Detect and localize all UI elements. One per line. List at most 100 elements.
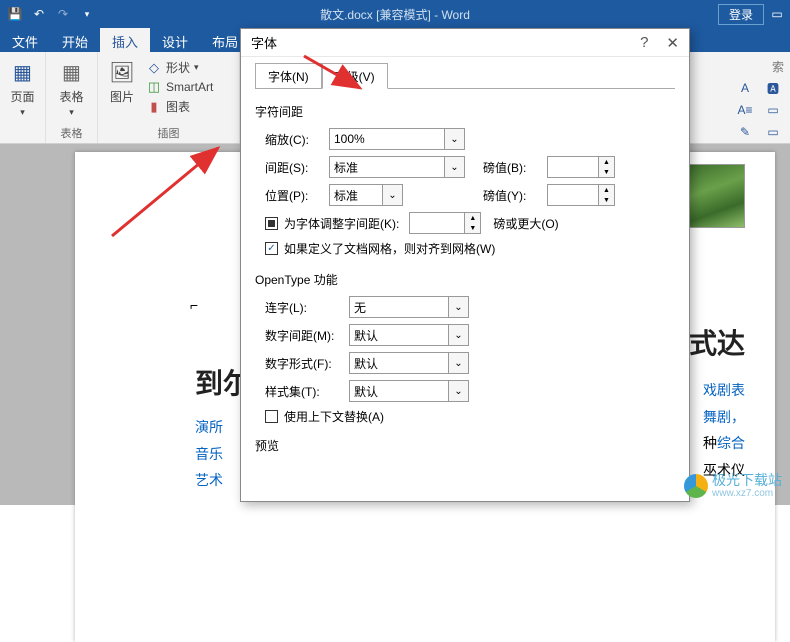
kerning-spin[interactable]: ▲▼ [409, 212, 481, 234]
chevron-down-icon[interactable]: ⌄ [449, 296, 469, 318]
row-numform: 数字形式(F): ⌄ [255, 352, 675, 374]
rlink-1[interactable]: 戏剧表 [703, 382, 745, 398]
tab-advanced[interactable]: 高级(V) [322, 63, 388, 89]
tab-file[interactable]: 文件 [0, 28, 50, 52]
point-input2[interactable] [547, 184, 599, 206]
spinner-icon[interactable]: ▲▼ [599, 184, 615, 206]
point-label: 磅值(B): [483, 159, 537, 176]
login-button[interactable]: 登录 [718, 4, 764, 25]
styleset-label: 样式集(T): [255, 383, 343, 400]
numform-combo[interactable]: ⌄ [349, 352, 469, 374]
text-cursor: ⌐ [190, 297, 198, 313]
spinner-icon[interactable]: ▲▼ [599, 156, 615, 178]
plant-image [683, 164, 745, 228]
chevron-down-icon[interactable]: ⌄ [449, 352, 469, 374]
shape-button[interactable]: ◇ 形状▾ [144, 58, 215, 77]
numform-input[interactable] [349, 352, 449, 374]
ligature-combo[interactable]: ⌄ [349, 296, 469, 318]
ribbon-group-illustration: 🖼 图片 ◇ 形状▾ ◫ SmartArt ▮ 图表 插图 [98, 52, 240, 143]
undo-icon[interactable]: ↶ [28, 3, 50, 25]
spinner-icon[interactable]: ▲▼ [465, 212, 481, 234]
document-title: 散文.docx [兼容模式] - Word [320, 6, 470, 23]
wordart-icon[interactable]: 🅰 [762, 79, 784, 97]
dropcap-icon[interactable]: A≡ [734, 101, 756, 119]
smartart-button[interactable]: ◫ SmartArt [144, 78, 215, 96]
tab-insert[interactable]: 插入 [100, 28, 150, 52]
dialog-body: 字体(N) 高级(V) 字符间距 缩放(C): ⌄ 间距(S): ⌄ 磅值(B)… [241, 57, 689, 468]
row-position: 位置(P): ⌄ 磅值(Y): ▲▼ [255, 184, 675, 206]
numspacing-input[interactable] [349, 324, 449, 346]
opentype-title: OpenType 功能 [255, 271, 675, 288]
chevron-down-icon[interactable]: ⌄ [449, 324, 469, 346]
kerning-suffix: 磅或更大(O) [493, 215, 558, 232]
ligature-input[interactable] [349, 296, 449, 318]
close-icon[interactable]: ✕ [666, 34, 679, 52]
tab-font[interactable]: 字体(N) [255, 63, 322, 89]
textbox-icon[interactable]: A [734, 79, 756, 97]
tab-adv-label: 高级(V) [335, 70, 375, 84]
image-button[interactable]: 🖼 图片 [104, 56, 140, 116]
styleset-input[interactable] [349, 380, 449, 402]
smartart-label: SmartArt [166, 80, 213, 94]
redo-icon[interactable]: ↷ [52, 3, 74, 25]
ribbon-options-icon[interactable]: ▭ [766, 3, 788, 25]
numspacing-combo[interactable]: ⌄ [349, 324, 469, 346]
row-context: 使用上下文替换(A) [265, 408, 675, 425]
dialog-tabs: 字体(N) 高级(V) [255, 63, 675, 89]
position-combo[interactable]: ⌄ [329, 184, 403, 206]
position-input[interactable] [329, 184, 383, 206]
spacing-combo[interactable]: ⌄ [329, 156, 465, 178]
chevron-down-icon[interactable]: ⌄ [445, 156, 465, 178]
link-2[interactable]: 音乐 [195, 446, 223, 462]
row-kerning: 为字体调整字间距(K): ▲▼ 磅或更大(O) [265, 212, 675, 234]
row-ligature: 连字(L): ⌄ [255, 296, 675, 318]
row-spacing: 间距(S): ⌄ 磅值(B): ▲▼ [255, 156, 675, 178]
rlink-3[interactable]: 综合 [717, 435, 745, 451]
point-spin2[interactable]: ▲▼ [547, 184, 615, 206]
date-icon[interactable]: ▭ [762, 123, 784, 141]
preview-title: 预览 [255, 437, 675, 454]
page-label: 页面 [10, 88, 34, 105]
object-icon[interactable]: ▭ [762, 101, 784, 119]
chevron-down-icon[interactable]: ⌄ [449, 380, 469, 402]
shape-icon: ◇ [146, 60, 162, 76]
styleset-combo[interactable]: ⌄ [349, 380, 469, 402]
point-spin[interactable]: ▲▼ [547, 156, 615, 178]
context-checkbox[interactable] [265, 410, 278, 423]
point-input[interactable] [547, 156, 599, 178]
qa-dropdown-icon[interactable]: ▾ [76, 3, 98, 25]
page-right-links: 戏剧表 舞剧， 种综合 巫术仪 [703, 377, 745, 483]
watermark-site: www.xz7.com [712, 488, 782, 499]
tab-design[interactable]: 设计 [150, 28, 200, 52]
rlink-2[interactable]: 舞剧， [703, 409, 745, 425]
scale-combo[interactable]: ⌄ [329, 128, 465, 150]
table-button[interactable]: ▦ 表格 ▾ [52, 56, 91, 120]
help-icon[interactable]: ? [640, 34, 648, 52]
image-label: 图片 [110, 88, 134, 105]
search-trail: 索 [772, 58, 784, 75]
link-3[interactable]: 艺术 [195, 472, 223, 488]
watermark: 极光下载站 www.xz7.com [684, 473, 782, 499]
scale-input[interactable] [329, 128, 445, 150]
spacing-input[interactable] [329, 156, 445, 178]
grid-label: 如果定义了文档网格，则对齐到网格(W) [284, 240, 495, 257]
grid-checkbox[interactable] [265, 242, 278, 255]
chart-button[interactable]: ▮ 图表 [144, 97, 215, 116]
chevron-down-icon[interactable]: ⌄ [445, 128, 465, 150]
table-icon: ▦ [58, 58, 86, 86]
row-numspacing: 数字间距(M): ⌄ [255, 324, 675, 346]
ribbon-group-page: ▦ 页面 ▾ [0, 52, 46, 143]
kerning-checkbox[interactable] [265, 217, 278, 230]
link-1[interactable]: 演所 [195, 419, 223, 435]
position-label: 位置(P): [255, 187, 323, 204]
ribbon-group-table: ▦ 表格 ▾ 表格 [46, 52, 98, 143]
page-button[interactable]: ▦ 页面 ▾ [6, 56, 39, 120]
context-label: 使用上下文替换(A) [284, 408, 384, 425]
tab-home[interactable]: 开始 [50, 28, 100, 52]
shape-label: 形状 [166, 59, 190, 76]
kerning-input[interactable] [409, 212, 465, 234]
title-right: 登录 ▭ [718, 3, 790, 25]
chevron-down-icon[interactable]: ⌄ [383, 184, 403, 206]
save-icon[interactable]: 💾 [4, 3, 26, 25]
signature-icon[interactable]: ✎ [734, 123, 756, 141]
